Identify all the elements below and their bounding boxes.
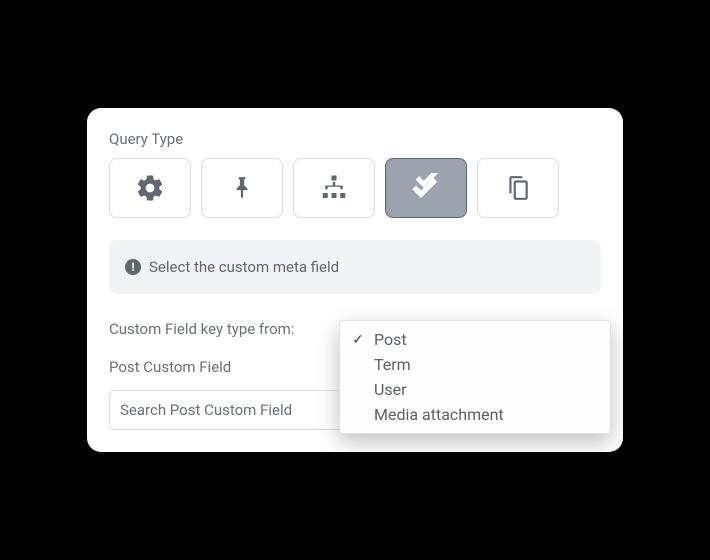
dropdown-option-media[interactable]: Media attachment — [340, 402, 610, 427]
query-panel: Query Type ! Select the custom meta fiel… — [87, 108, 623, 452]
dropdown-option-label: User — [374, 380, 407, 399]
dropdown-option-user[interactable]: User — [340, 377, 610, 402]
key-type-dropdown: ✓ Post Term User Media attachment — [339, 320, 611, 434]
query-type-hierarchy[interactable] — [293, 158, 375, 218]
query-type-pinned[interactable] — [201, 158, 283, 218]
query-type-copy[interactable] — [477, 158, 559, 218]
info-bar: ! Select the custom meta field — [109, 240, 601, 294]
dropdown-option-label: Post — [374, 330, 407, 349]
query-type-settings[interactable] — [109, 158, 191, 218]
section-label: Query Type — [109, 130, 601, 148]
double-check-icon — [409, 173, 443, 203]
info-text: Select the custom meta field — [149, 258, 339, 276]
gears-icon — [133, 173, 167, 203]
check-icon: ✓ — [350, 332, 366, 348]
dropdown-option-label: Term — [374, 355, 411, 374]
dropdown-option-post[interactable]: ✓ Post — [340, 327, 610, 352]
copy-icon — [505, 173, 531, 203]
search-placeholder-text: Search Post Custom Field — [120, 401, 292, 419]
info-icon: ! — [125, 259, 141, 275]
query-type-row — [109, 158, 601, 218]
pin-icon — [229, 173, 255, 203]
key-type-label: Custom Field key type from: — [109, 320, 294, 338]
query-type-custom-field[interactable] — [385, 158, 467, 218]
dropdown-option-label: Media attachment — [374, 405, 504, 424]
dropdown-option-term[interactable]: Term — [340, 352, 610, 377]
sitemap-icon — [318, 173, 350, 203]
